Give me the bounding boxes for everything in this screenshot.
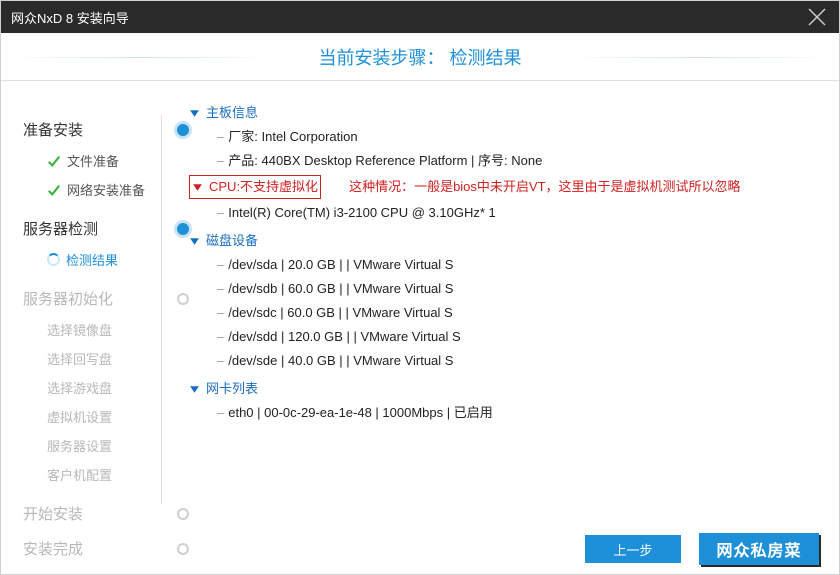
step-dot-icon [177, 293, 189, 305]
cpu-warning: CPU:不支持虚拟化 [209, 177, 318, 197]
sidebar: 准备安装 文件准备 网络安装准备 服务器检测 检测结果 服务器初始化 [1, 81, 171, 524]
step-dot-icon [177, 124, 189, 136]
tree-item: –eth0 | 00-0c-29-ea-1e-48 | 1000Mbps | 已… [189, 401, 829, 425]
content-panel: 主板信息 – 厂家: Intel Corporation – 产品: 440BX… [171, 81, 839, 524]
step-banner: 当前安装步骤： 检测结果 [1, 33, 839, 81]
banner-step: 检测结果 [450, 44, 522, 70]
tree-item: –/dev/sdc | 60.0 GB | | VMware Virtual S [189, 301, 829, 325]
chevron-down-icon [189, 108, 200, 119]
chevron-down-icon [189, 236, 200, 247]
tree-item: –/dev/sdb | 60.0 GB | | VMware Virtual S [189, 277, 829, 301]
close-button[interactable] [803, 3, 831, 31]
tree-item: –/dev/sda | 20.0 GB | | VMware Virtual S [189, 253, 829, 277]
banner-prefix: 当前安装步骤： [318, 44, 444, 70]
step-dot-icon [177, 543, 189, 555]
group-server-check: 服务器检测 [23, 218, 171, 239]
sub-file-ready: 文件准备 [23, 146, 171, 175]
tree-item: –/dev/sdd | 120.0 GB | | VMware Virtual … [189, 325, 829, 349]
sub-net-ready: 网络安装准备 [23, 175, 171, 204]
spinner-icon [47, 253, 60, 266]
tree-section-disks[interactable]: 磁盘设备 [189, 229, 829, 253]
sidebar-item: 虚拟机设置 [23, 402, 171, 431]
chevron-down-icon [189, 384, 200, 395]
step-dot-icon [177, 223, 189, 235]
tree-section-motherboard[interactable]: 主板信息 [189, 101, 829, 125]
sidebar-divider [161, 115, 162, 504]
sub-check-result[interactable]: 检测结果 [23, 245, 171, 274]
sidebar-item: 选择游戏盘 [23, 373, 171, 402]
group-done: 安装完成 [23, 538, 171, 559]
sidebar-item: 客户机配置 [23, 460, 171, 489]
sidebar-item: 选择回写盘 [23, 344, 171, 373]
cpu-warning-note: 这种情况：一般是bios中未开启VT，这里由于是虚拟机测试所以忽略 [349, 177, 740, 197]
prev-button[interactable]: 上一步 [585, 535, 681, 563]
group-server-init: 服务器初始化 [23, 288, 171, 309]
group-start: 开始安装 [23, 503, 171, 524]
group-prepare: 准备安装 [23, 119, 171, 140]
watermark: 网众私房菜 [699, 533, 819, 565]
chevron-down-icon [192, 182, 203, 193]
titlebar: 网众NxD 8 安装向导 [1, 1, 839, 33]
tree-item: – 产品: 440BX Desktop Reference Platform |… [189, 149, 829, 173]
tree-item: – 厂家: Intel Corporation [189, 125, 829, 149]
sidebar-item: 服务器设置 [23, 431, 171, 460]
check-icon [47, 154, 61, 168]
check-icon [47, 183, 61, 197]
tree-item: –/dev/sde | 40.0 GB | | VMware Virtual S [189, 349, 829, 373]
tree-section-nics[interactable]: 网卡列表 [189, 377, 829, 401]
tree-item: – Intel(R) Core(TM) i3-2100 CPU @ 3.10GH… [189, 201, 829, 225]
tree-section-cpu[interactable]: CPU:不支持虚拟化 这种情况：一般是bios中未开启VT，这里由于是虚拟机测试… [189, 173, 829, 201]
step-dot-icon [177, 508, 189, 520]
sidebar-item: 选择镜像盘 [23, 315, 171, 344]
window-title: 网众NxD 8 安装向导 [11, 8, 129, 27]
